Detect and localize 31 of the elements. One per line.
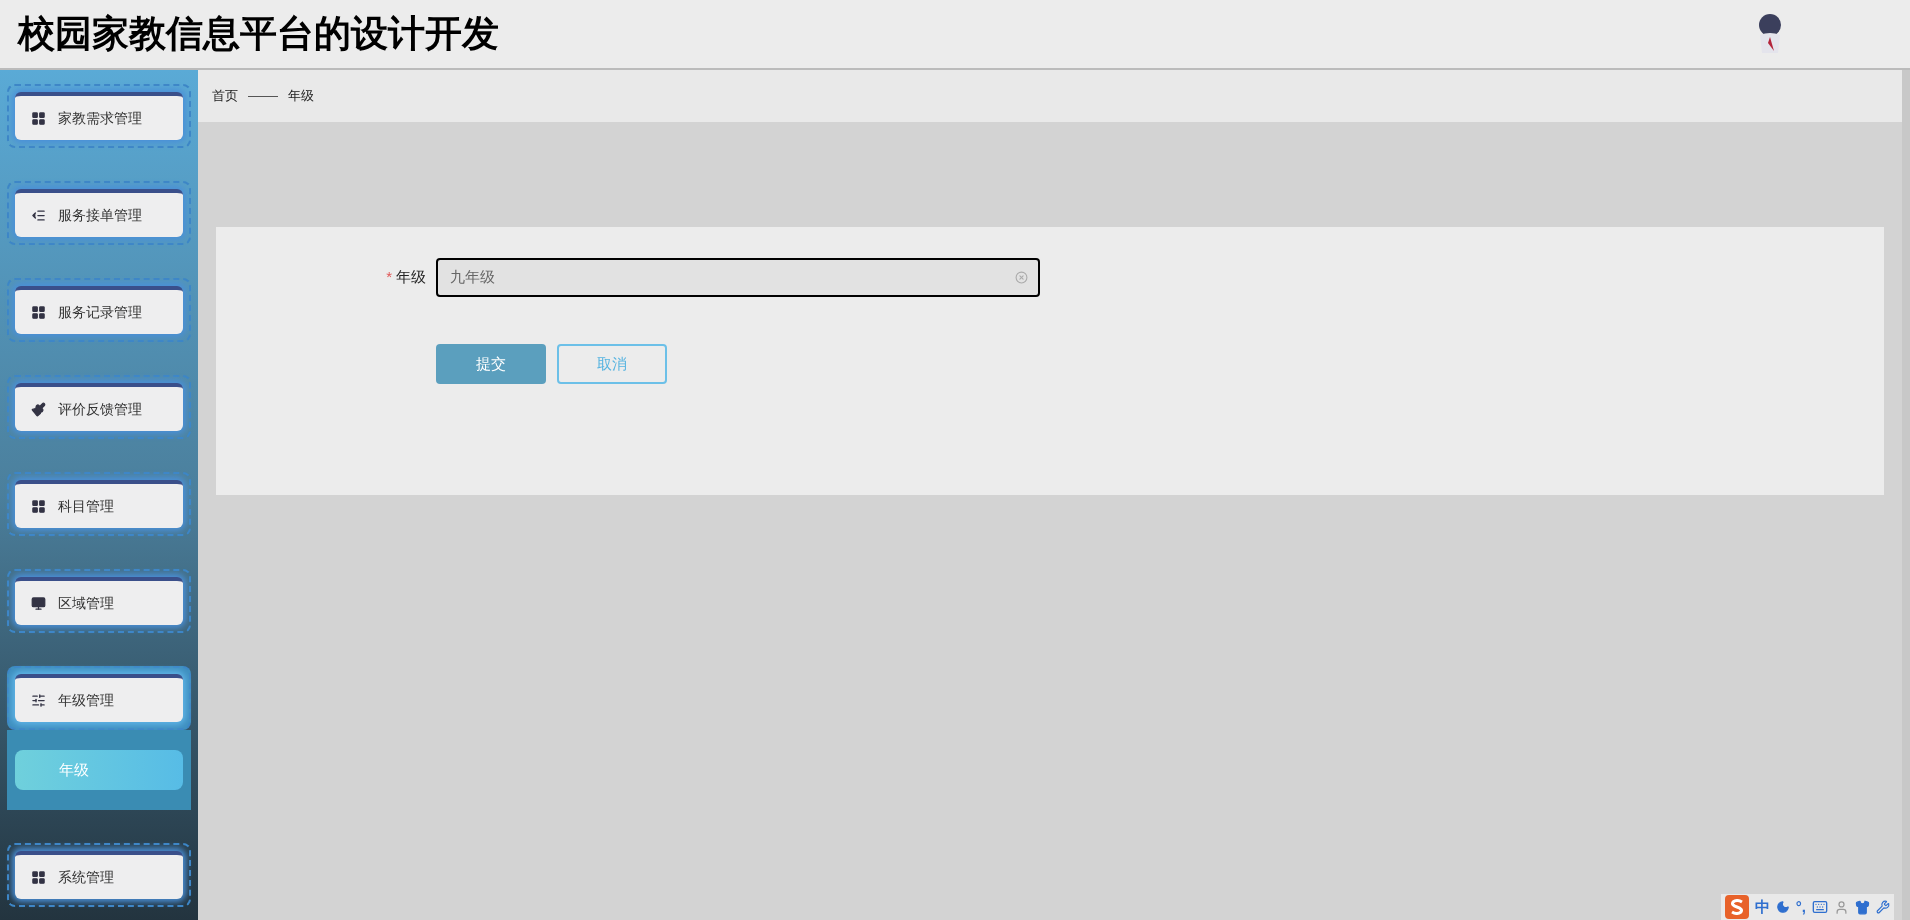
menu-item[interactable]: 家教需求管理 [15, 92, 183, 140]
grid-icon [31, 304, 46, 320]
breadcrumb-item: 年级 [288, 87, 314, 106]
app-title: 校园家教信息平台的设计开发 [18, 12, 499, 57]
grid-icon [31, 869, 46, 885]
required-mark: * [386, 267, 392, 288]
menu-item[interactable]: 系统管理 [15, 851, 183, 899]
list-icon [31, 207, 46, 223]
moon-icon[interactable] [1775, 900, 1790, 914]
menu-item[interactable]: 服务接单管理 [15, 189, 183, 237]
brush-icon [31, 401, 46, 417]
menu-item[interactable]: 科目管理 [15, 480, 183, 528]
menu-item[interactable]: 区域管理 [15, 577, 183, 625]
user-icon[interactable] [1834, 899, 1849, 915]
menu-item[interactable]: 年级管理 [15, 674, 183, 722]
grid-icon [31, 110, 46, 126]
grade-input[interactable]: 九年级 [436, 258, 1040, 297]
sliders-icon [31, 692, 46, 708]
breadcrumb-separator [248, 95, 278, 97]
field-label: 年级 [396, 267, 426, 288]
grid-icon [31, 498, 46, 514]
menu-item[interactable]: 服务记录管理 [15, 286, 183, 334]
breadcrumb-item[interactable]: 首页 [212, 86, 238, 106]
wrench-icon[interactable] [1876, 900, 1890, 914]
shirt-icon[interactable] [1855, 899, 1870, 915]
menu-item[interactable]: 评价反馈管理 [15, 383, 183, 431]
keyboard-icon[interactable] [1812, 899, 1828, 915]
punctuation-toggle[interactable]: °, [1795, 895, 1806, 919]
input-method-logo-icon[interactable] [1724, 895, 1749, 919]
language-toggle[interactable]: 中 [1754, 895, 1770, 919]
monitor-icon [31, 595, 46, 611]
